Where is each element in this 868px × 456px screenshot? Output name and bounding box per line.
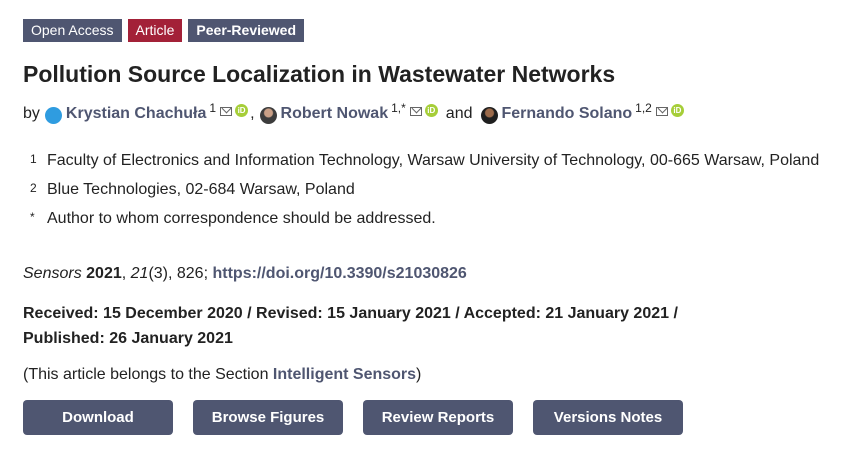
journal-name: Sensors [23, 265, 82, 282]
author-link-nowak[interactable]: Robert Nowak [281, 102, 389, 126]
review-reports-button[interactable]: Review Reports [363, 400, 513, 435]
affiliation-marker: 2 [30, 181, 37, 195]
email-icon[interactable] [409, 106, 422, 116]
orcid-icon[interactable]: iD [670, 103, 684, 117]
citation-volume: 21 [130, 265, 149, 282]
email-icon[interactable] [220, 106, 233, 116]
affiliation-marker: 1 [30, 152, 37, 166]
section-note-prefix: (This article belongs to the Section [23, 366, 273, 383]
affiliation-item: 1 Faculty of Electronics and Information… [30, 152, 819, 181]
article-title: Pollution Source Localization in Wastewa… [23, 61, 616, 87]
download-button[interactable]: Download [23, 400, 173, 435]
by-label: by [23, 105, 40, 122]
citation-issue-pages: (3), 826; [148, 265, 209, 282]
affiliation-item: 2 Blue Technologies, 02-684 Warsaw, Pola… [30, 181, 819, 210]
section-link[interactable]: Intelligent Sensors [273, 366, 416, 383]
and-label: and [445, 105, 473, 122]
author-affiliation-marker: 1 [209, 101, 217, 115]
article-actions: Download Browse Figures Review Reports V… [23, 400, 703, 435]
affiliation-text: Author to whom correspondence should be … [47, 210, 436, 227]
article-badges: Open Access Article Peer-Reviewed [23, 19, 305, 42]
affiliation-item: * Author to whom correspondence should b… [30, 210, 819, 239]
affiliation-marker: * [30, 210, 35, 224]
peer-reviewed-badge: Peer-Reviewed [188, 19, 305, 42]
publication-dates: Received: 15 December 2020 / Revised: 15… [23, 305, 678, 347]
author-separator: , [250, 105, 255, 122]
orcid-icon[interactable]: iD [235, 103, 249, 117]
author-photo-avatar [480, 106, 498, 124]
citation-year: 2021 [86, 265, 122, 282]
open-access-badge: Open Access [23, 19, 122, 42]
email-icon[interactable] [655, 106, 668, 116]
author-line: by Krystian Chachuła 1 iD , Robert Nowak… [23, 101, 684, 126]
author-affiliation-marker: 1,2 [635, 101, 652, 115]
orcid-icon[interactable]: iD [424, 103, 438, 117]
section-note-suffix: ) [416, 366, 422, 383]
user-icon [44, 106, 62, 124]
author-photo-avatar [259, 106, 277, 124]
article-type-badge: Article [127, 19, 183, 42]
affiliations-list: 1 Faculty of Electronics and Information… [30, 152, 819, 239]
affiliation-text: Faculty of Electronics and Information T… [47, 152, 820, 169]
author-affiliation-marker: 1,* [391, 101, 406, 115]
browse-figures-button[interactable]: Browse Figures [193, 400, 343, 435]
author-link-chachula[interactable]: Krystian Chachuła [66, 102, 206, 126]
section-note: (This article belongs to the Section Int… [23, 366, 421, 384]
doi-link[interactable]: https://doi.org/10.3390/s21030826 [212, 265, 466, 282]
versions-notes-button[interactable]: Versions Notes [533, 400, 683, 435]
affiliation-text: Blue Technologies, 02-684 Warsaw, Poland [47, 181, 355, 198]
author-link-solano[interactable]: Fernando Solano [502, 102, 633, 126]
citation-line: Sensors 2021, 21(3), 826; https://doi.or… [23, 265, 467, 282]
